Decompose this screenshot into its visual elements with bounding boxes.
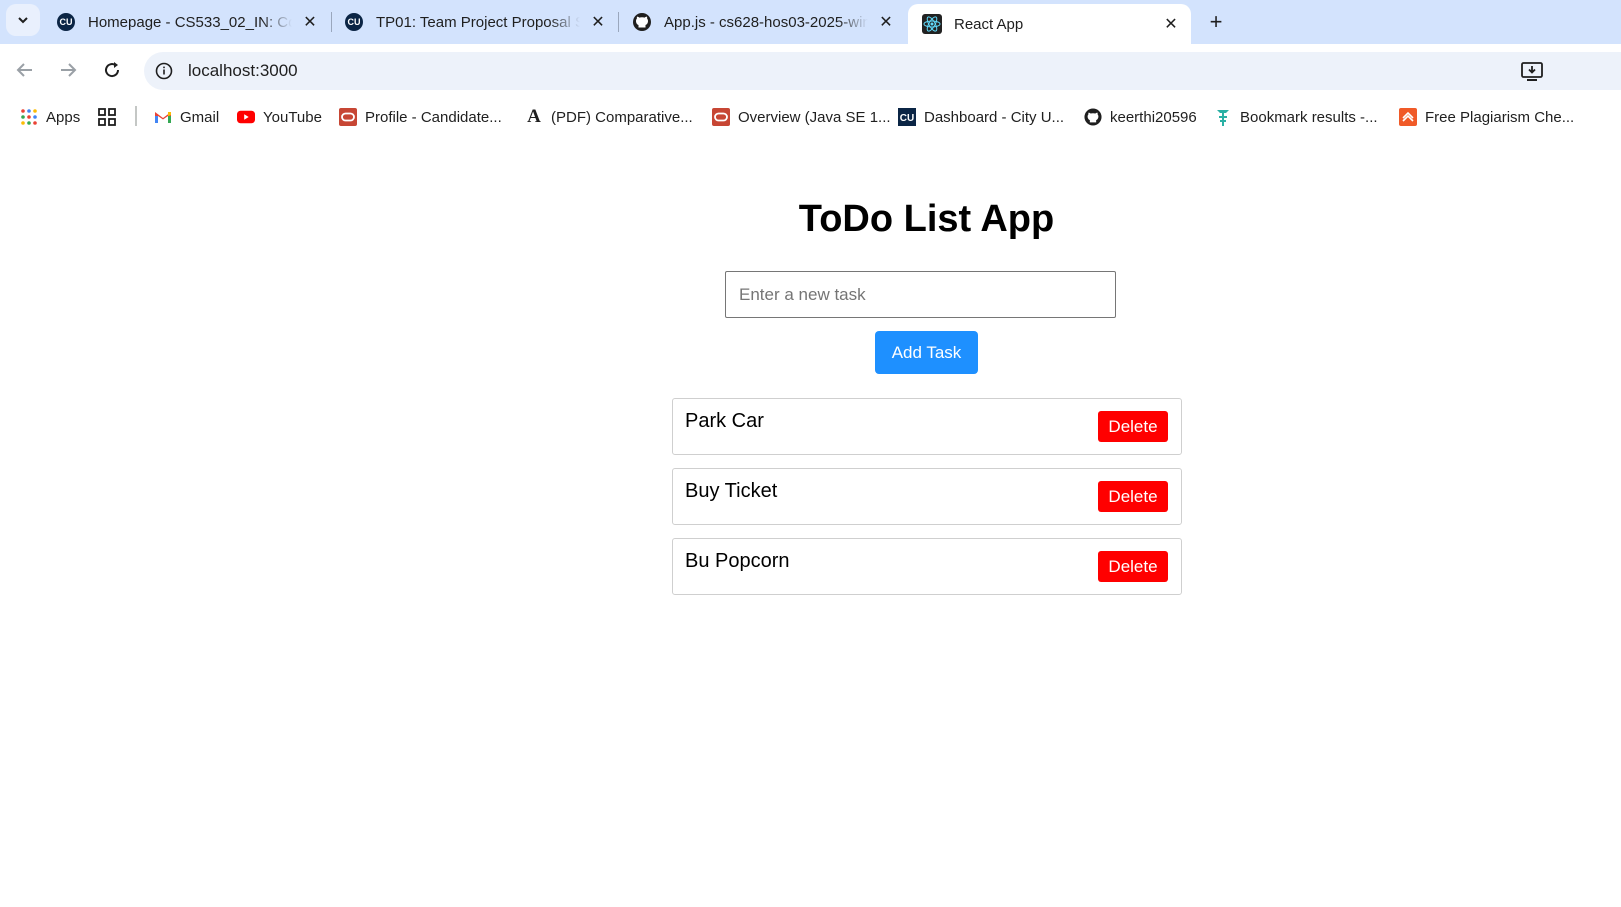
install-app-icon[interactable] (1520, 60, 1546, 89)
cu-icon: CU (56, 12, 76, 32)
back-button[interactable] (11, 56, 39, 84)
github-icon (1084, 108, 1102, 126)
reload-button[interactable] (98, 56, 126, 84)
bookmark-divider (135, 106, 137, 126)
tab-team-proposal[interactable]: CU TP01: Team Project Proposal Su ✕ (330, 4, 618, 40)
tab-appjs[interactable]: App.js - cs628-hos03-2025-wint ✕ (618, 4, 906, 40)
page-title: ToDo List App (798, 198, 1055, 240)
tab-groups-icon (98, 108, 116, 126)
youtube-icon (237, 108, 255, 126)
add-task-button[interactable]: Add Task (875, 331, 978, 374)
github-icon (632, 12, 652, 32)
bookmarks-bar: Apps Gmail YouTube Profile - Candidate..… (0, 96, 1621, 138)
oracle-icon (712, 108, 730, 126)
oracle-icon (339, 108, 357, 126)
tab-search-button[interactable] (6, 4, 40, 36)
cu-icon: CU (898, 108, 916, 126)
bookmark-pdf-comparative[interactable]: A (PDF) Comparative... (525, 106, 693, 128)
tab-title: App.js - cs628-hos03-2025-wint (664, 13, 868, 31)
bookmark-github-profile[interactable]: keerthi20596 (1084, 106, 1197, 128)
tab-title: Homepage - CS533_02_IN: Com (88, 13, 292, 31)
tab-homepage[interactable]: CU Homepage - CS533_02_IN: Com ✕ (42, 4, 330, 40)
delete-task-button[interactable]: Delete (1098, 481, 1168, 512)
bookmark-java-overview[interactable]: Overview (Java SE 1... (712, 106, 891, 128)
arrow-right-icon (61, 63, 77, 77)
gmail-icon (154, 108, 172, 126)
bookmark-label: YouTube (263, 108, 322, 126)
bookmark-tab-groups[interactable] (98, 106, 124, 128)
tab-react-app[interactable]: React App ✕ (908, 4, 1191, 44)
task-item: Bu Popcorn Delete (672, 538, 1182, 595)
new-task-input[interactable] (725, 271, 1116, 318)
task-text: Bu Popcorn (685, 550, 790, 572)
task-list: Park Car Delete Buy Ticket Delete Bu Pop… (672, 398, 1182, 608)
task-item: Park Car Delete (672, 398, 1182, 455)
academia-icon: A (527, 106, 541, 127)
bookmark-label: keerthi20596 (1110, 108, 1197, 126)
address-bar[interactable]: localhost:3000 (144, 52, 1621, 90)
browser-toolbar: localhost:3000 (0, 44, 1621, 96)
delete-task-button[interactable]: Delete (1098, 411, 1168, 442)
svg-text:CU: CU (900, 113, 914, 124)
bookmark-profile-candidate[interactable]: Profile - Candidate... (339, 106, 502, 128)
tab-title: React App (954, 15, 1024, 33)
bookmark-plagiarism[interactable]: Free Plagiarism Che... (1399, 106, 1574, 128)
forward-button[interactable] (54, 56, 82, 84)
bookmark-dashboard-cityu[interactable]: CU Dashboard - City U... (898, 106, 1064, 128)
close-icon[interactable]: ✕ (588, 12, 608, 32)
reload-icon (105, 62, 120, 78)
task-item: Buy Ticket Delete (672, 468, 1182, 525)
task-text: Buy Ticket (685, 480, 778, 502)
bookmark-label: Overview (Java SE 1... (738, 108, 891, 126)
plagiarism-icon (1399, 108, 1417, 126)
bookmark-label: Free Plagiarism Che... (1425, 108, 1575, 126)
react-icon (922, 14, 942, 34)
arrow-left-icon (16, 63, 32, 77)
cu-icon: CU (344, 12, 364, 32)
tab-title: TP01: Team Project Proposal Su (376, 13, 580, 31)
bookmark-apps[interactable]: Apps (20, 106, 80, 128)
bookmark-results[interactable]: Bookmark results -... (1214, 106, 1378, 128)
bookmark-label: Gmail (180, 108, 220, 126)
tab-strip: CU Homepage - CS533_02_IN: Com ✕ CU TP01… (0, 0, 1621, 44)
bookmark-gmail[interactable]: Gmail (154, 106, 219, 128)
apps-grid-icon (20, 108, 38, 126)
bookmark-label: Apps (46, 108, 81, 126)
bookmark-label: Dashboard - City U... (924, 108, 1065, 126)
close-icon[interactable]: ✕ (876, 12, 896, 32)
plus-icon: + (1209, 9, 1223, 34)
site-info-icon[interactable] (154, 61, 174, 81)
delete-task-button[interactable]: Delete (1098, 551, 1168, 582)
bookmark-youtube[interactable]: YouTube (237, 106, 322, 128)
new-tab-button[interactable]: + (1202, 8, 1230, 36)
close-icon[interactable]: ✕ (300, 12, 320, 32)
chevron-down-icon (18, 17, 28, 24)
close-icon[interactable]: ✕ (1161, 14, 1181, 34)
bookmark-label: (PDF) Comparative... (551, 108, 693, 126)
tower-icon (1214, 108, 1232, 126)
url-text: localhost:3000 (188, 61, 298, 80)
task-text: Park Car (685, 410, 764, 432)
bookmark-label: Bookmark results -... (1240, 108, 1378, 126)
bookmark-label: Profile - Candidate... (365, 108, 502, 126)
